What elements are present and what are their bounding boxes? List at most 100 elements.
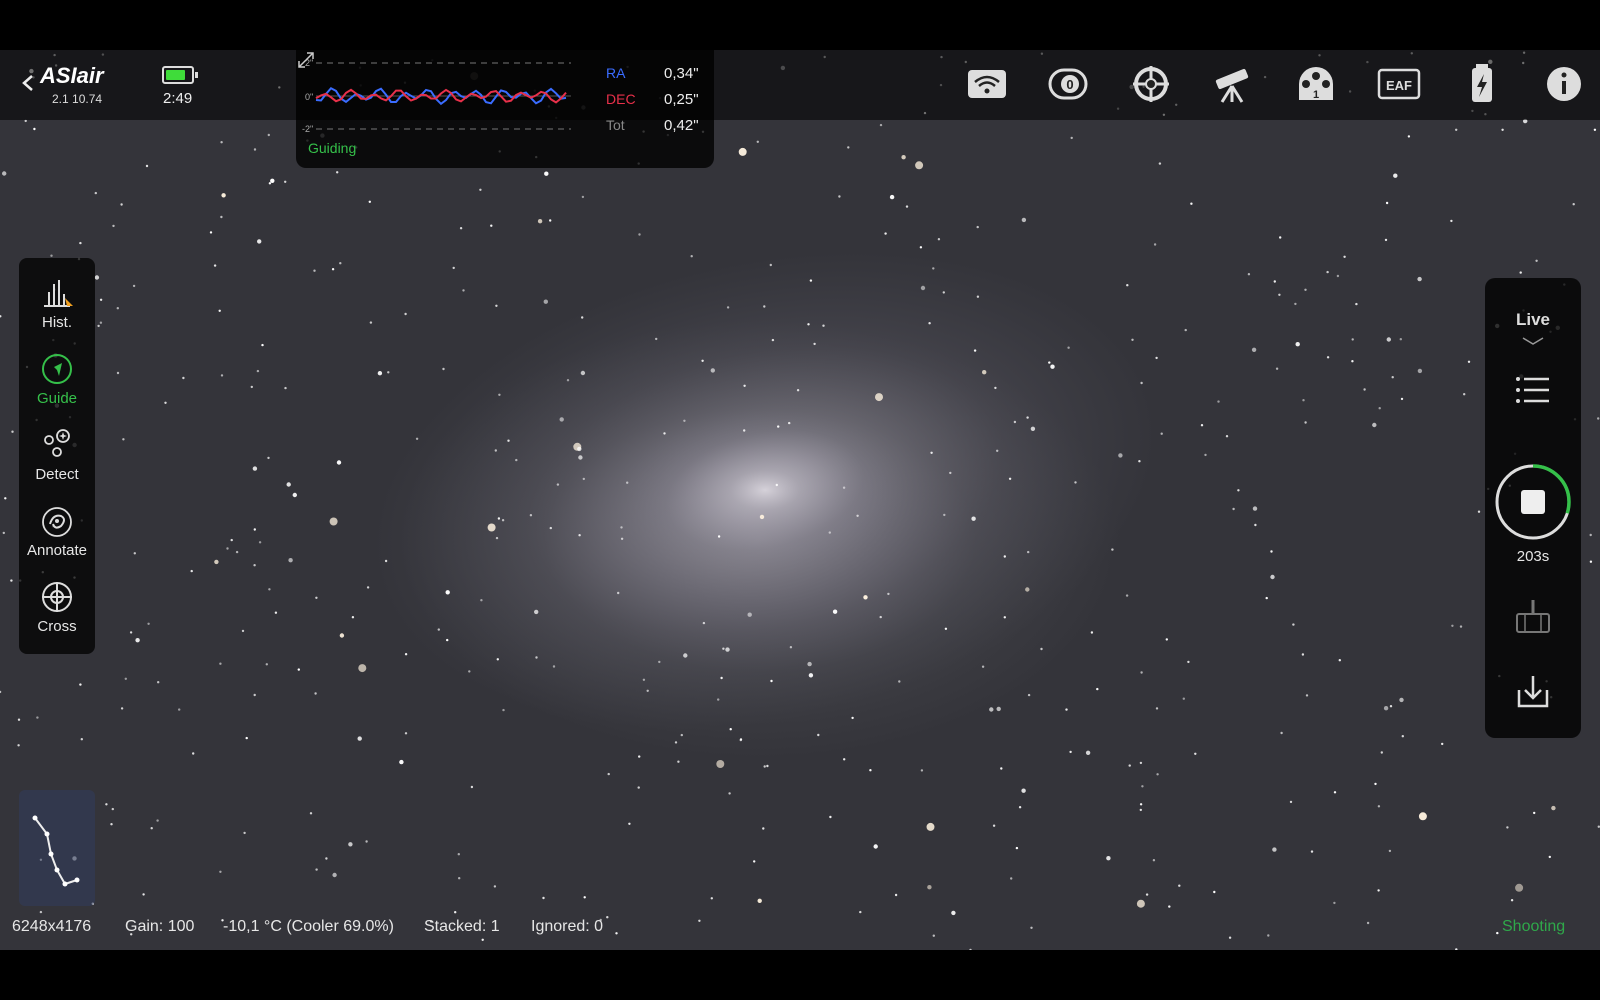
eaf-icon[interactable]: EAF [1376, 64, 1422, 104]
star [368, 200, 371, 203]
capture-status: Shooting [1502, 918, 1566, 935]
star [2, 531, 5, 535]
star [135, 638, 140, 643]
live-view[interactable]: ASIair 2.1 10.74 2:49 2" 0" -2" RA 0,34"… [0, 50, 1600, 950]
star [1067, 346, 1070, 349]
star [1178, 884, 1181, 887]
stop-capture-button[interactable] [1493, 462, 1573, 542]
star [822, 324, 825, 327]
star [777, 425, 780, 428]
guide-graph-panel[interactable]: 2" 0" -2" RA 0,34" DEC 0,25" Tot 0,42" G… [296, 50, 714, 168]
star [268, 182, 272, 185]
telescope-icon[interactable] [1210, 64, 1256, 104]
expand-icon[interactable] [296, 50, 316, 70]
storage-icon[interactable] [1459, 64, 1505, 104]
tool-cross[interactable]: Cross [19, 572, 95, 644]
star [927, 885, 932, 890]
star [357, 736, 362, 741]
star [462, 289, 465, 292]
star [220, 215, 223, 219]
star [638, 233, 641, 236]
star [1074, 481, 1077, 484]
star [843, 758, 846, 761]
star [981, 665, 985, 668]
star [552, 665, 556, 668]
star [739, 738, 742, 742]
star [286, 482, 291, 487]
tot-value: 0,42" [664, 117, 699, 134]
tool-detect[interactable]: Detect [19, 420, 95, 492]
save-download-icon[interactable] [1513, 672, 1553, 712]
star [620, 526, 623, 529]
tool-hist[interactable]: Hist. [19, 268, 95, 340]
star [919, 246, 923, 249]
guide-scope-icon[interactable] [1128, 64, 1174, 104]
star [501, 519, 505, 522]
star [1251, 347, 1257, 352]
star [796, 389, 800, 392]
star [1156, 773, 1159, 776]
star [457, 853, 460, 856]
star [1027, 550, 1030, 554]
mode-selector[interactable]: Live [1485, 310, 1581, 330]
star [577, 446, 582, 452]
star [1237, 489, 1240, 492]
star [1136, 899, 1145, 908]
tool-annotate[interactable]: Annotate [19, 496, 95, 568]
star [869, 769, 872, 772]
star [996, 706, 1001, 712]
star [817, 733, 820, 737]
star [702, 621, 706, 625]
star [1018, 806, 1022, 809]
star [879, 123, 883, 127]
tool-guide[interactable]: Guide [19, 344, 95, 416]
star [145, 164, 149, 168]
star [1519, 271, 1522, 274]
star [164, 401, 167, 404]
star [1333, 791, 1337, 794]
star [348, 842, 353, 847]
star [351, 616, 355, 619]
star [1351, 338, 1354, 341]
constellation-map[interactable] [19, 790, 95, 906]
info-icon[interactable] [1541, 64, 1587, 104]
stop-icon [1521, 490, 1545, 514]
star [1302, 399, 1305, 402]
histogram-icon [44, 280, 73, 307]
star [124, 677, 128, 680]
star [1280, 731, 1283, 735]
star [537, 219, 543, 224]
star [315, 868, 318, 871]
star [1153, 243, 1157, 246]
star [116, 371, 120, 375]
star [99, 298, 103, 301]
star [638, 755, 641, 758]
dec-label: DEC [606, 91, 636, 107]
wifi-icon[interactable] [964, 64, 1010, 104]
star [873, 844, 878, 849]
star [116, 307, 120, 310]
list-icon[interactable] [1515, 374, 1551, 406]
star [17, 718, 21, 721]
star [147, 622, 150, 625]
filter-wheel-icon[interactable]: 1 [1293, 64, 1339, 104]
star [1533, 811, 1536, 815]
star [150, 827, 153, 830]
star [1217, 400, 1220, 403]
star [894, 893, 898, 897]
star [738, 147, 747, 156]
star [549, 526, 552, 530]
back-icon[interactable] [18, 68, 40, 98]
camera-icon[interactable]: 0 [1045, 64, 1091, 104]
star [1463, 393, 1466, 396]
star [809, 279, 813, 282]
star [1294, 302, 1297, 306]
clear-stack-icon[interactable] [1513, 596, 1553, 636]
star [775, 483, 778, 487]
star [366, 586, 370, 589]
star [1026, 416, 1029, 419]
star [1451, 624, 1454, 627]
chevron-down-icon[interactable] [1521, 336, 1545, 346]
star [717, 698, 720, 701]
star [1090, 631, 1094, 634]
